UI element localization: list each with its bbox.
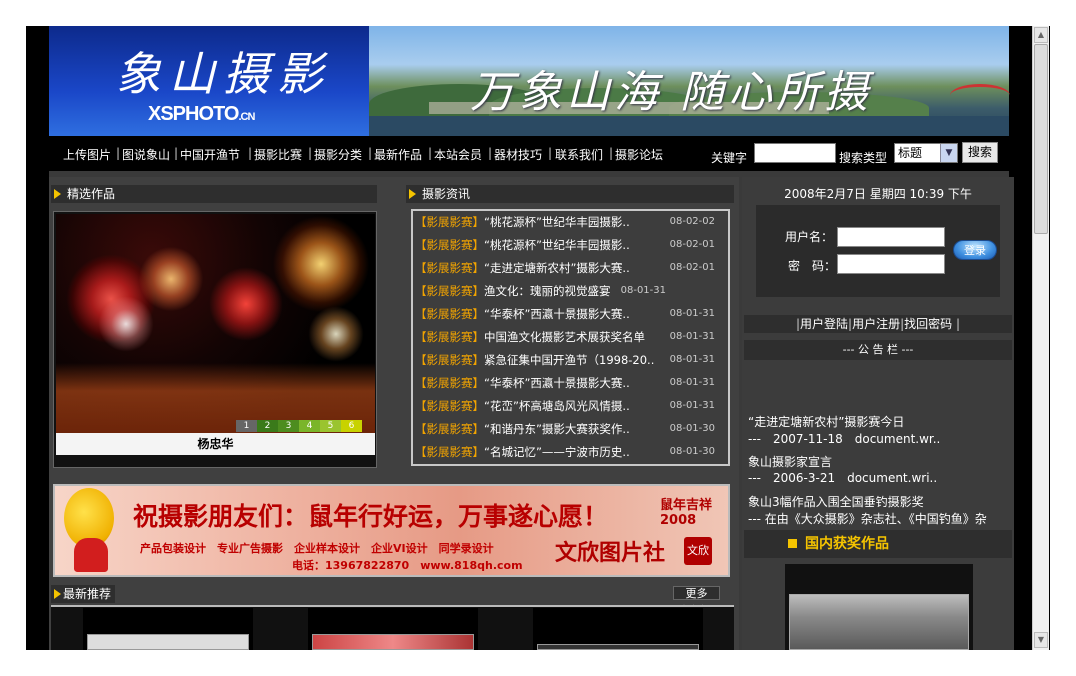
logo-english: XSPHOTO.CN — [148, 103, 255, 125]
current-datetime: 2008年2月7日 星期四 10:39 下午 — [784, 187, 972, 201]
arrow-icon — [54, 189, 61, 199]
username-label: 用户名： — [785, 230, 834, 244]
notice-title[interactable]: 象山3幅作品入围全国垂钓摄影奖 — [748, 493, 1010, 510]
mouse-mascot-body — [74, 538, 108, 572]
user-register-link[interactable]: 用户注册 — [852, 317, 900, 331]
news-item[interactable]: 【影展影赛】“桃花源杯”世纪华丰园摄影.. 08-02-02 — [415, 211, 721, 233]
square-bullet-icon — [788, 539, 797, 548]
password-input[interactable] — [837, 254, 945, 274]
news-item[interactable]: 【影展影赛】中国渔文化摄影艺术展获奖名单 08-01-31 — [415, 326, 721, 348]
keyword-label: 关键字 — [711, 151, 748, 165]
pager-1[interactable]: 1 — [236, 420, 257, 432]
vertical-scrollbar[interactable]: ▲ ▼ — [1032, 26, 1049, 650]
username-input[interactable] — [837, 227, 945, 247]
nav-separator: | — [428, 146, 433, 160]
news-item[interactable]: 【影展影赛】“花峦”杯高塘岛风光风情摄.. 08-01-31 — [415, 395, 721, 417]
nav-separator: | — [488, 146, 493, 160]
news-item[interactable]: 【影展影赛】渔文化：瑰丽的视觉盛宴 08-01-31 — [415, 280, 721, 302]
award-photo[interactable] — [789, 594, 969, 650]
ad-seal: 文欣 — [684, 537, 712, 565]
password-label: 密 码： — [788, 259, 837, 273]
nav-item-forum[interactable]: 摄影论坛 — [615, 146, 663, 163]
news-item[interactable]: 【影展影赛】“名城记忆”——宁波市历史.. 08-01-30 — [415, 441, 721, 463]
pager-5[interactable]: 5 — [320, 420, 341, 432]
notice-meta: --- 2006-3-21 document.wri.. — [748, 471, 938, 485]
nav-item-contest[interactable]: 摄影比赛 — [254, 146, 302, 163]
nav-separator: | — [609, 146, 614, 160]
latest-heading: 最新推荐 — [51, 585, 115, 603]
nav-item-equipment[interactable]: 器材技巧 — [494, 146, 542, 163]
notice-meta: --- 在由《大众摄影》杂志社、《中国钓鱼》杂 — [748, 512, 987, 526]
nav-separator: | — [548, 146, 553, 160]
ad-brand: 文欣图片社 — [555, 540, 666, 566]
more-link[interactable]: 更多>>> — [673, 586, 720, 614]
notice-title[interactable]: 象山摄影家宣言 — [748, 453, 1010, 470]
news-item[interactable]: 【影展影赛】“走进定塘新农村”摄影大赛.. 08-02-01 — [415, 257, 721, 279]
search-type-label: 搜索类型 — [839, 151, 888, 165]
news-item[interactable]: 【影展影赛】紧急征集中国开渔节（1998-20.. 08-01-31 — [415, 349, 721, 371]
featured-heading: 精选作品 — [51, 185, 377, 203]
bridge-decoration — [950, 84, 1010, 107]
pager-6[interactable]: 6 — [341, 420, 362, 432]
find-password-link[interactable]: 找回密码 — [904, 317, 952, 331]
user-login-link[interactable]: 用户登陆 — [800, 317, 848, 331]
news-heading: 摄影资讯 — [406, 185, 734, 203]
user-links: |用户登陆|用户注册|找回密码 | — [744, 315, 1012, 333]
ad-phone: 电话：13967822870 www.818qh.com — [292, 559, 523, 572]
news-item[interactable]: 【影展影赛】“华泰杯”西瀛十景摄影大赛.. 08-01-31 — [415, 372, 721, 394]
nav-separator: | — [308, 146, 313, 160]
nav-item-xiangshan[interactable]: 图说象山 — [122, 146, 170, 163]
news-item[interactable]: 【影展影赛】“华泰杯”西瀛十景摄影大赛.. 08-01-31 — [415, 303, 721, 325]
arrow-icon — [409, 189, 416, 199]
scroll-thumb[interactable] — [1034, 44, 1048, 234]
nav-separator: | — [116, 146, 121, 160]
latest-thumb[interactable] — [533, 608, 703, 650]
nav-item-upload[interactable]: 上传图片 — [63, 146, 111, 163]
award-heading: 国内获奖作品 — [744, 530, 1012, 558]
nav-item-members[interactable]: 本站会员 — [434, 146, 482, 163]
ad-year-badge: 鼠年吉祥 2008 — [660, 498, 713, 528]
featured-caption[interactable]: 杨忠华 — [56, 433, 375, 455]
news-item[interactable]: 【影展影赛】“桃花源杯”世纪华丰园摄影.. 08-02-01 — [415, 234, 721, 256]
nav-item-category[interactable]: 摄影分类 — [314, 146, 362, 163]
search-type-value: 标题 — [898, 146, 923, 160]
latest-thumb[interactable] — [308, 608, 478, 650]
ad-services: 产品包装设计 专业广告摄影 企业样本设计 企业VI设计 同学录设计 — [140, 542, 494, 555]
pager-4[interactable]: 4 — [299, 420, 320, 432]
nav-separator: | — [248, 146, 253, 160]
nav-separator: | — [174, 146, 179, 160]
nav-item-contact[interactable]: 联系我们 — [555, 146, 603, 163]
pager-2[interactable]: 2 — [257, 420, 278, 432]
nav-item-latest[interactable]: 最新作品 — [374, 146, 422, 163]
featured-pager: 1 2 3 4 5 6 — [236, 420, 362, 432]
pager-3[interactable]: 3 — [278, 420, 299, 432]
login-button[interactable]: 登录 — [953, 240, 997, 260]
keyword-input[interactable] — [754, 143, 836, 163]
notice-title[interactable]: “走进定塘新农村”摄影赛今日 — [748, 413, 1010, 430]
notice-heading: --- 公 告 栏 --- — [744, 340, 1012, 360]
arrow-icon — [54, 589, 61, 599]
search-button[interactable]: 搜索 — [962, 142, 998, 163]
notice-meta: --- 2007-11-18 document.wr.. — [748, 432, 941, 446]
news-item[interactable]: 【影展影赛】“和谐丹东”摄影大赛获奖作.. 08-01-30 — [415, 418, 721, 440]
banner-slogan: 万象山海 随心所摄 — [470, 67, 872, 118]
search-type-select[interactable]: 标题 ▼ — [894, 143, 958, 163]
logo-chinese: 象山摄影 — [115, 47, 331, 101]
nav-item-fishing-festival[interactable]: 中国开渔节 — [180, 146, 240, 163]
latest-thumb[interactable] — [83, 608, 253, 650]
nav-separator: | — [368, 146, 373, 160]
chevron-down-icon: ▼ — [940, 144, 957, 162]
scroll-up-icon[interactable]: ▲ — [1034, 27, 1048, 43]
featured-photo[interactable] — [56, 214, 375, 433]
scroll-down-icon[interactable]: ▼ — [1034, 632, 1048, 648]
ad-greeting: 祝摄影朋友们：鼠年行好运，万事遂心愿！ — [133, 502, 609, 531]
